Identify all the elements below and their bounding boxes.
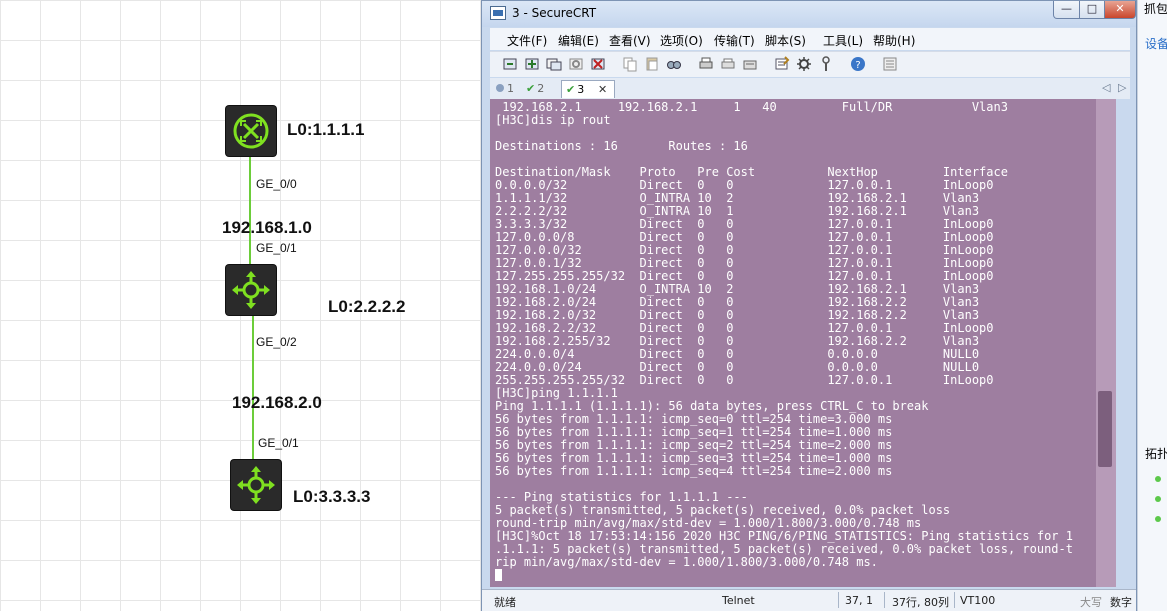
maximize-button[interactable]: □ (1079, 1, 1105, 19)
switch-symbol-icon (237, 466, 275, 504)
check-icon: ✔ (526, 82, 536, 95)
port-label: GE_0/2 (256, 335, 297, 349)
status-num: 数字 (1110, 596, 1132, 609)
tab-close-icon[interactable]: ✕ (598, 81, 607, 99)
router-1-loopback: L0:1.1.1.1 (287, 120, 365, 139)
capture-label[interactable]: 抓包 (1144, 0, 1167, 17)
network-label: 192.168.1.0 (222, 218, 312, 237)
background-window-strip[interactable]: 抓包 设备 拓扑 (1137, 0, 1167, 611)
network-label: 192.168.2.0 (232, 393, 322, 412)
menu-options[interactable]: 选项(O) (660, 32, 703, 49)
tab-session-1[interactable]: 1 (496, 80, 524, 98)
status-protocol: Telnet (722, 594, 755, 607)
menu-tools[interactable]: 工具(L) (823, 32, 863, 49)
reconnect-icon[interactable] (568, 56, 584, 72)
securecrt-window[interactable]: 3 - SecureCRT — □ ✕ 文件(F) 编辑(E) 查看(V) 选项… (481, 0, 1137, 611)
status-cursor-position: 37, 1 (845, 594, 873, 607)
menu-edit[interactable]: 编辑(E) (558, 32, 599, 49)
close-button[interactable]: ✕ (1104, 1, 1136, 19)
menu-file[interactable]: 文件(F) (507, 32, 547, 49)
print-setup-icon[interactable] (720, 56, 736, 72)
svg-text:?: ? (855, 60, 860, 71)
terminal-output: 192.168.2.1 192.168.2.1 1 40 Full/DR Vla… (490, 99, 1116, 582)
router-3-icon[interactable] (231, 460, 281, 510)
session-options-icon[interactable] (774, 56, 790, 72)
disconnect-icon[interactable] (590, 56, 606, 72)
status-ready: 就绪 (494, 596, 516, 609)
log-icon[interactable] (742, 56, 758, 72)
menu-transfer[interactable]: 传输(T) (714, 32, 755, 49)
minimize-button[interactable]: — (1053, 1, 1080, 19)
tab-scroll-right-icon[interactable]: ▷ (1118, 81, 1126, 94)
status-divider (954, 592, 955, 608)
link-r1-r2[interactable] (249, 155, 251, 267)
window-title: 3 - SecureCRT (512, 6, 597, 20)
port-label: GE_0/0 (256, 177, 297, 191)
status-caps: 大写 (1080, 596, 1102, 609)
status-rows-cols: 37行, 80列 (892, 596, 949, 609)
menu-script[interactable]: 脚本(S) (765, 32, 806, 49)
device-link[interactable]: 设备 (1145, 35, 1167, 52)
toggle-toolbar-icon[interactable] (882, 56, 898, 72)
tab-session-2[interactable]: ✔ 2 (526, 80, 558, 98)
port-label: GE_0/1 (258, 436, 299, 450)
tab-label: 2 (537, 82, 545, 95)
port-label: GE_0/1 (256, 241, 297, 255)
session-tab-bar: 1 ✔ 2 ✔ 3 ✕ ◁ ▷ (490, 78, 1130, 99)
terminal-cursor (495, 569, 502, 581)
router-2-loopback: L0:2.2.2.2 (328, 297, 406, 316)
status-terminal-type: VT100 (960, 594, 996, 607)
connect-tab-icon[interactable] (546, 56, 562, 72)
global-options-icon[interactable] (796, 56, 812, 72)
find-icon[interactable] (666, 56, 682, 72)
tab-label: 3 (577, 83, 585, 96)
paste-icon[interactable] (644, 56, 660, 72)
menu-bar: 文件(F) 编辑(E) 查看(V) 选项(O) 传输(T) 脚本(S) 工具(L… (490, 28, 1130, 50)
status-dot-icon (1155, 516, 1161, 522)
toolbar: ? (490, 51, 1130, 77)
menu-view[interactable]: 查看(V) (609, 32, 651, 49)
router-1-icon[interactable] (226, 106, 276, 156)
tab-label: 1 (507, 82, 514, 95)
keymap-icon[interactable] (818, 56, 834, 72)
tab-session-3[interactable]: ✔ 3 ✕ (561, 80, 615, 98)
status-divider (884, 592, 885, 608)
title-bar[interactable]: 3 - SecureCRT (482, 1, 1136, 27)
router-symbol-icon (233, 113, 269, 149)
topology-label[interactable]: 拓扑 (1145, 445, 1167, 462)
tab-scroll-left-icon[interactable]: ◁ (1102, 81, 1110, 94)
check-icon: ✔ (566, 83, 576, 96)
print-icon[interactable] (698, 56, 714, 72)
copy-icon[interactable] (622, 56, 638, 72)
router-3-loopback: L0:3.3.3.3 (293, 487, 371, 506)
status-dot-icon (1155, 496, 1161, 502)
status-divider (838, 592, 839, 608)
connect-icon[interactable] (502, 56, 518, 72)
router-2-icon[interactable] (226, 265, 276, 315)
switch-symbol-icon (232, 271, 270, 309)
menu-help[interactable]: 帮助(H) (873, 32, 915, 49)
help-icon[interactable]: ? (850, 56, 866, 72)
status-bar: 就绪 Telnet 37, 1 37行, 80列 VT100 大写 数字 (482, 589, 1136, 611)
disconnected-icon (496, 84, 504, 92)
terminal-scrollbar[interactable] (1096, 99, 1116, 587)
terminal-screen[interactable]: 192.168.2.1 192.168.2.1 1 40 Full/DR Vla… (490, 99, 1116, 587)
quick-connect-icon[interactable] (524, 56, 540, 72)
scroll-thumb[interactable] (1098, 391, 1112, 467)
app-icon (490, 6, 506, 20)
status-dot-icon (1155, 476, 1161, 482)
link-r2-r3[interactable] (252, 314, 254, 462)
